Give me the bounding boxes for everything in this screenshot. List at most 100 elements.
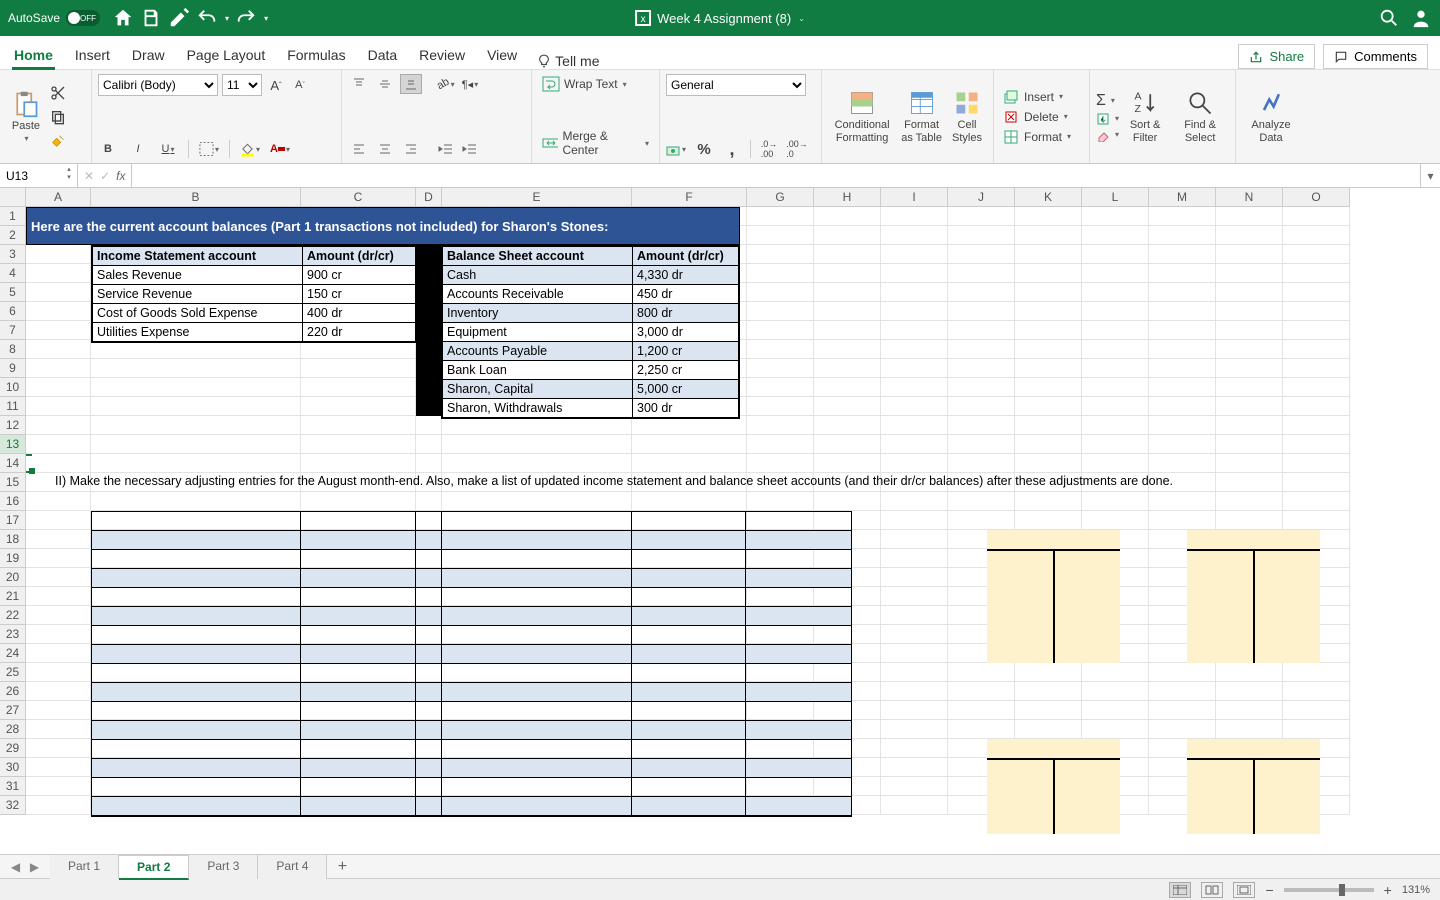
cell-O4[interactable]: [1283, 264, 1350, 283]
cell-N13[interactable]: [1216, 435, 1283, 454]
cell-D1[interactable]: [416, 207, 442, 226]
cell-L26[interactable]: [1082, 682, 1149, 701]
cell-E13[interactable]: [442, 435, 632, 454]
cell-G2[interactable]: [747, 226, 814, 245]
cell-O11[interactable]: [1283, 397, 1350, 416]
align-right-button[interactable]: [400, 139, 422, 159]
cell-C2[interactable]: [301, 226, 416, 245]
number-format-select[interactable]: General: [666, 74, 806, 96]
cell-B14[interactable]: [91, 454, 301, 473]
col-header-I[interactable]: I: [881, 188, 948, 207]
cell-A32[interactable]: [26, 796, 91, 815]
cell-G4[interactable]: [747, 264, 814, 283]
align-bottom-button[interactable]: [400, 74, 422, 94]
cell-C13[interactable]: [301, 435, 416, 454]
cell-O8[interactable]: [1283, 340, 1350, 359]
cell-A10[interactable]: [26, 378, 91, 397]
cell-D10[interactable]: [416, 378, 442, 397]
cell-N7[interactable]: [1216, 321, 1283, 340]
col-header-L[interactable]: L: [1082, 188, 1149, 207]
cell-N12[interactable]: [1216, 416, 1283, 435]
cell-L2[interactable]: [1082, 226, 1149, 245]
col-header-H[interactable]: H: [814, 188, 881, 207]
cell-K26[interactable]: [1015, 682, 1082, 701]
cell-A1[interactable]: [26, 207, 91, 226]
formula-expand-icon[interactable]: ▾: [1420, 164, 1440, 187]
cell-K1[interactable]: [1015, 207, 1082, 226]
cell-N11[interactable]: [1216, 397, 1283, 416]
cell-H10[interactable]: [814, 378, 881, 397]
cell-J26[interactable]: [948, 682, 1015, 701]
col-header-F[interactable]: F: [632, 188, 747, 207]
cell-O1[interactable]: [1283, 207, 1350, 226]
cell-O6[interactable]: [1283, 302, 1350, 321]
cell-O9[interactable]: [1283, 359, 1350, 378]
cell-I23[interactable]: [881, 625, 948, 644]
row-header-24[interactable]: 24: [0, 644, 26, 663]
cell-L28[interactable]: [1082, 720, 1149, 739]
cell-D9[interactable]: [416, 359, 442, 378]
cell-D8[interactable]: [416, 340, 442, 359]
cell-I20[interactable]: [881, 568, 948, 587]
format-cells-button[interactable]: Format▾: [1000, 128, 1083, 146]
row-header-10[interactable]: 10: [0, 378, 26, 397]
cell-M1[interactable]: [1149, 207, 1216, 226]
row-header-8[interactable]: 8: [0, 340, 26, 359]
row-header-31[interactable]: 31: [0, 777, 26, 796]
decrease-indent-button[interactable]: [436, 139, 456, 159]
cell-N6[interactable]: [1216, 302, 1283, 321]
cell-J2[interactable]: [948, 226, 1015, 245]
cell-I2[interactable]: [881, 226, 948, 245]
cell-K9[interactable]: [1015, 359, 1082, 378]
delete-cells-button[interactable]: Delete▾: [1000, 108, 1083, 126]
cell-L5[interactable]: [1082, 283, 1149, 302]
row-header-2[interactable]: 2: [0, 226, 26, 245]
cell-N25[interactable]: [1216, 663, 1283, 682]
cell-L10[interactable]: [1082, 378, 1149, 397]
cell-D7[interactable]: [416, 321, 442, 340]
align-left-button[interactable]: [348, 139, 370, 159]
add-sheet-button[interactable]: +: [327, 858, 357, 876]
cell-N10[interactable]: [1216, 378, 1283, 397]
cell-I22[interactable]: [881, 606, 948, 625]
cell-A14[interactable]: [26, 454, 91, 473]
fill-color-button[interactable]: ▾: [240, 139, 260, 159]
cell-H7[interactable]: [814, 321, 881, 340]
cell-M4[interactable]: [1149, 264, 1216, 283]
cell-N17[interactable]: [1216, 511, 1283, 530]
clear-button[interactable]: ▾: [1096, 128, 1119, 142]
decrease-font-button[interactable]: Aˇ: [290, 75, 310, 95]
sheet-tab-part-2[interactable]: Part 2: [119, 855, 189, 880]
cell-I4[interactable]: [881, 264, 948, 283]
cell-H11[interactable]: [814, 397, 881, 416]
cell-M13[interactable]: [1149, 435, 1216, 454]
tell-me[interactable]: Tell me: [537, 53, 599, 69]
cell-G13[interactable]: [747, 435, 814, 454]
cell-B13[interactable]: [91, 435, 301, 454]
cell-J8[interactable]: [948, 340, 1015, 359]
cell-H14[interactable]: [814, 454, 881, 473]
cell-H2[interactable]: [814, 226, 881, 245]
wrap-text-button[interactable]: Wrap Text▾: [538, 74, 653, 94]
cell-N27[interactable]: [1216, 701, 1283, 720]
cell-I16[interactable]: [881, 492, 948, 511]
cell-H13[interactable]: [814, 435, 881, 454]
redo-icon[interactable]: [235, 7, 257, 29]
cell-H3[interactable]: [814, 245, 881, 264]
cell-A30[interactable]: [26, 758, 91, 777]
cell-A26[interactable]: [26, 682, 91, 701]
worksheet-grid[interactable]: ABCDEFGHIJKLMNO1234567891011121314151617…: [0, 188, 1440, 854]
col-header-N[interactable]: N: [1216, 188, 1283, 207]
cell-O2[interactable]: [1283, 226, 1350, 245]
cell-G16[interactable]: [747, 492, 814, 511]
cell-I10[interactable]: [881, 378, 948, 397]
cell-A13[interactable]: [26, 435, 91, 454]
increase-decimal-button[interactable]: .0→.00: [759, 139, 779, 159]
cell-J27[interactable]: [948, 701, 1015, 720]
cell-A3[interactable]: [26, 245, 91, 264]
cell-J9[interactable]: [948, 359, 1015, 378]
row-header-18[interactable]: 18: [0, 530, 26, 549]
cell-J17[interactable]: [948, 511, 1015, 530]
cancel-formula-icon[interactable]: ✕: [84, 169, 94, 183]
cell-G6[interactable]: [747, 302, 814, 321]
